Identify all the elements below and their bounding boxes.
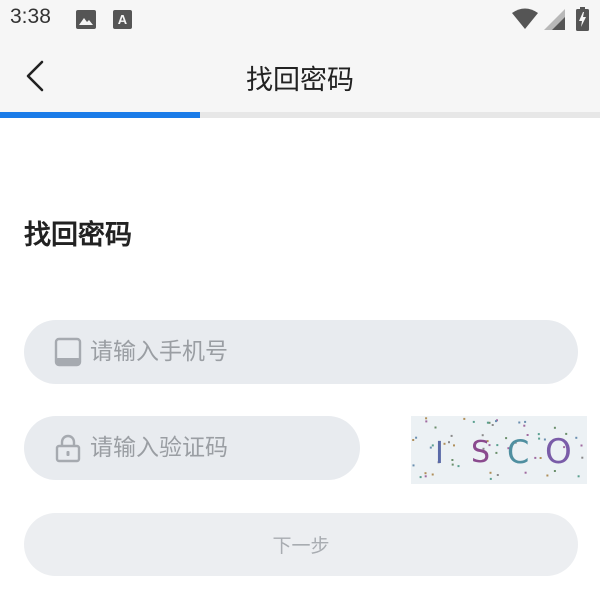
- captcha-dot: [581, 456, 584, 459]
- captcha-dot: [575, 436, 578, 439]
- captcha-char: C: [507, 433, 529, 471]
- code-field[interactable]: [24, 416, 360, 480]
- captcha-dot: [450, 434, 453, 437]
- signal-icon: [544, 9, 565, 30]
- captcha-dot: [425, 417, 428, 420]
- captcha-dot: [472, 420, 475, 423]
- captcha-dot: [495, 451, 498, 454]
- captcha-dot: [546, 474, 549, 477]
- captcha-dot: [489, 471, 492, 474]
- page-title: 找回密码: [246, 65, 354, 96]
- captcha-dot: [434, 426, 437, 429]
- captcha-dot: [463, 417, 466, 420]
- captcha-dot: [486, 421, 489, 424]
- progress-bar: [0, 112, 600, 118]
- phone-field[interactable]: [24, 320, 578, 384]
- battery-icon: [576, 7, 589, 31]
- nav-bar: 找回密码: [0, 40, 600, 112]
- captcha-dot: [496, 444, 499, 447]
- captcha-dot: [496, 474, 499, 476]
- captcha-dot: [429, 446, 432, 449]
- captcha-dot: [451, 463, 454, 466]
- captcha-dot: [524, 471, 527, 474]
- font-icon: A: [113, 10, 132, 29]
- captcha-dot: [539, 457, 542, 459]
- lock-icon: [55, 434, 81, 463]
- captcha-dot: [448, 441, 450, 444]
- captcha-dot: [412, 439, 415, 441]
- code-input[interactable]: [90, 416, 350, 480]
- captcha-dot: [524, 420, 527, 423]
- svg-text:A: A: [118, 12, 128, 27]
- section-heading: 找回密码: [24, 220, 132, 251]
- captcha-dot: [580, 444, 583, 447]
- tablet-icon: [54, 337, 82, 367]
- wifi-icon: [512, 8, 538, 29]
- captcha-dot: [425, 420, 428, 423]
- captcha-dot: [451, 459, 454, 461]
- captcha-char: O: [545, 432, 572, 472]
- captcha-dot: [431, 473, 434, 476]
- captcha-char: I: [435, 436, 444, 471]
- captcha-dot: [431, 444, 434, 447]
- status-bar: 3:38 A: [0, 0, 600, 40]
- captcha-dot: [424, 475, 427, 478]
- image-icon: [76, 10, 96, 29]
- captcha-dot: [453, 444, 455, 447]
- captcha-dot: [538, 437, 541, 440]
- captcha-dot: [491, 424, 494, 426]
- captcha-dot: [553, 426, 556, 429]
- captcha-image[interactable]: ISCO: [411, 416, 587, 484]
- captcha-dot: [419, 476, 422, 479]
- captcha-dot: [489, 477, 492, 480]
- captcha-dot: [495, 420, 497, 423]
- captcha-dot: [518, 421, 521, 424]
- captcha-char: S: [471, 435, 490, 470]
- captcha-dot: [415, 436, 418, 439]
- status-time: 3:38: [10, 5, 51, 28]
- captcha-dot: [537, 433, 540, 436]
- phone-input[interactable]: [90, 320, 560, 384]
- captcha-dot: [534, 456, 537, 459]
- captcha-dot: [457, 465, 460, 468]
- captcha-dot: [412, 464, 415, 467]
- next-button[interactable]: 下一步: [24, 513, 578, 576]
- captcha-dot: [577, 475, 580, 478]
- progress-fill: [0, 112, 200, 118]
- captcha-dot: [523, 424, 526, 427]
- captcha-dot: [424, 472, 427, 475]
